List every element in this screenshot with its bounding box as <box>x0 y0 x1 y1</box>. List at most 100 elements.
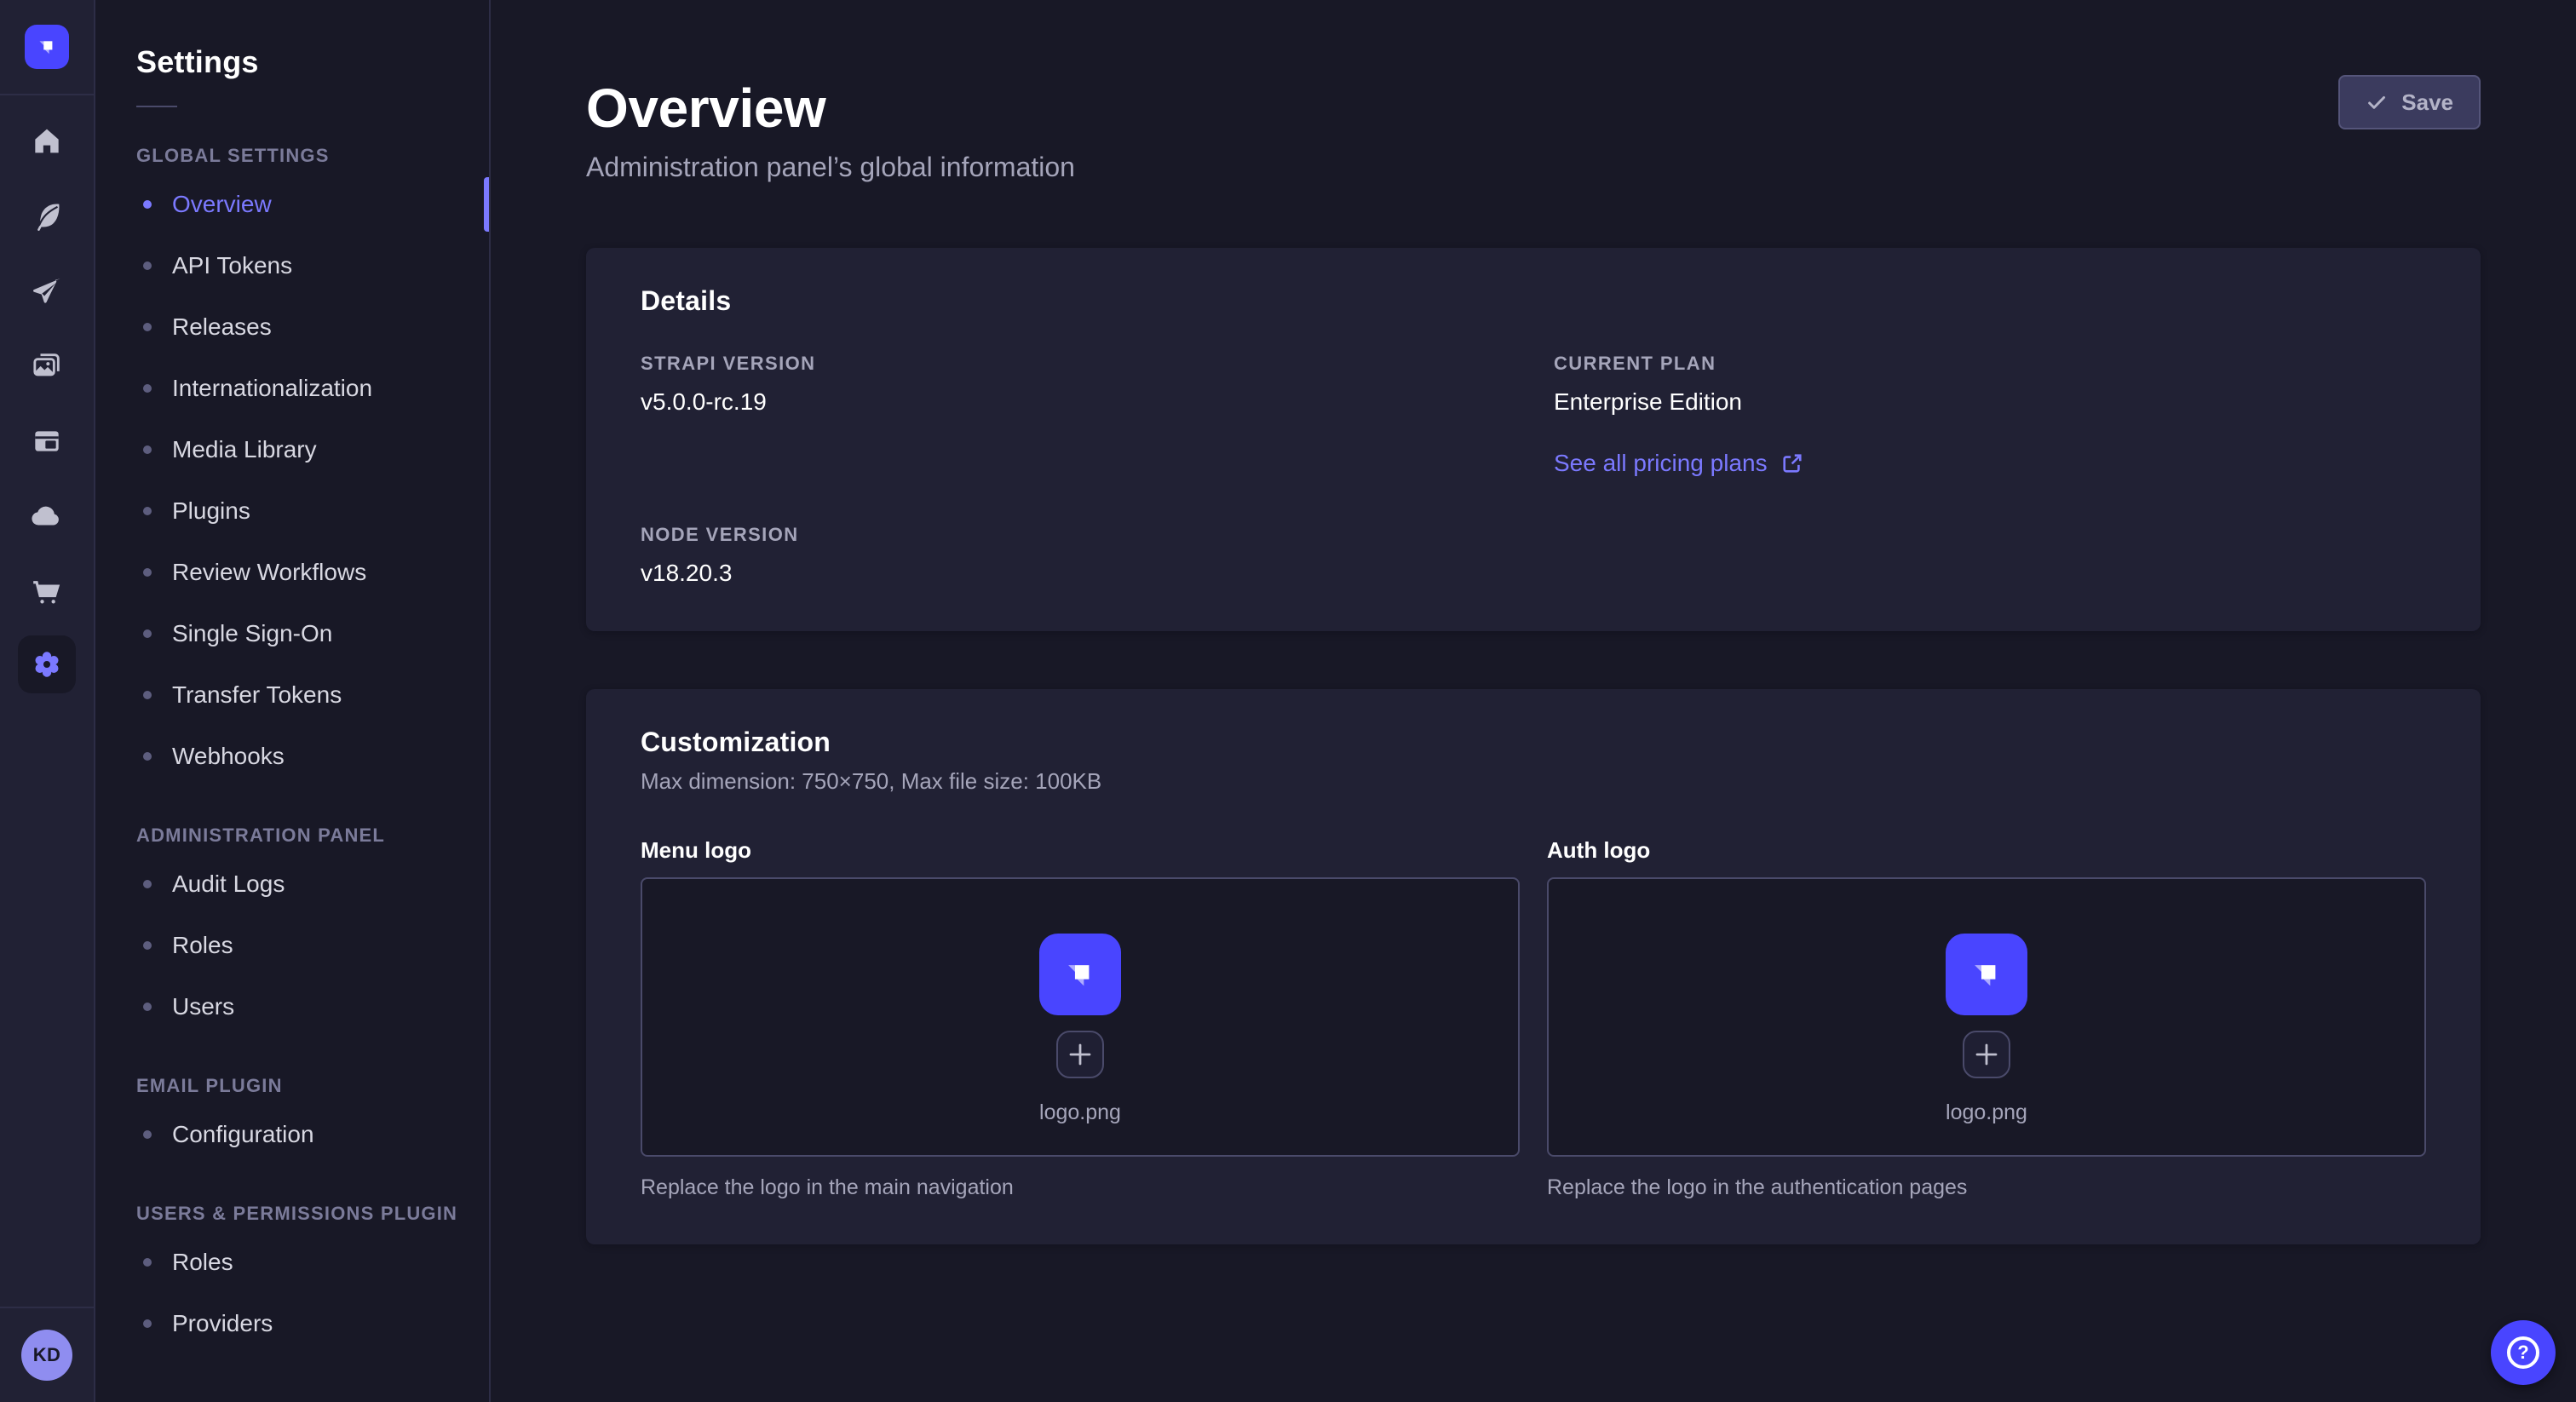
strapi-version-field: STRAPI VERSION v5.0.0-rc.19 <box>641 353 1513 478</box>
sidebar-item-label: Overview <box>172 191 272 218</box>
content-type-builder-icon[interactable] <box>16 186 78 247</box>
details-card-title: Details <box>641 285 2426 317</box>
page-title: Overview <box>586 77 2481 140</box>
bullet-icon <box>143 261 152 270</box>
sidebar-item-review-workflows[interactable]: Review Workflows <box>95 542 489 603</box>
auth-logo-hint: Replace the logo in the authentication p… <box>1547 1175 2426 1200</box>
rail-icon-nav <box>0 95 94 693</box>
section-label-email-plugin: EMAIL PLUGIN <box>136 1075 489 1097</box>
auth-logo-dropzone[interactable]: logo.png <box>1547 877 2426 1157</box>
plus-icon <box>1975 1043 1998 1066</box>
bullet-icon <box>143 880 152 888</box>
sidebar-item-label: Internationalization <box>172 375 372 402</box>
bullet-icon <box>143 1003 152 1011</box>
sidebar-item-webhooks[interactable]: Webhooks <box>95 726 489 787</box>
sidebar-item-label: Users <box>172 993 234 1020</box>
customization-card: Customization Max dimension: 750×750, Ma… <box>586 689 2481 1244</box>
media-library-icon[interactable] <box>16 336 78 397</box>
sidebar-item-label: Roles <box>172 1249 233 1276</box>
auth-logo-field: Auth logo <box>1547 837 2426 1200</box>
plus-icon <box>1068 1043 1092 1066</box>
node-version-field: NODE VERSION v18.20.3 <box>641 524 1513 587</box>
sidebar-item-admin-roles[interactable]: Roles <box>95 915 489 976</box>
current-plan-field: CURRENT PLAN Enterprise Edition See all … <box>1554 353 2426 478</box>
users-permissions-list: Roles Providers <box>95 1232 489 1354</box>
sidebar-item-label: Media Library <box>172 436 317 463</box>
details-card: Details STRAPI VERSION v5.0.0-rc.19 CURR… <box>586 248 2481 631</box>
auth-logo-preview <box>1946 934 2027 1015</box>
auth-logo-label: Auth logo <box>1547 837 2426 864</box>
section-label-users-permissions-plugin: USERS & PERMISSIONS PLUGIN <box>136 1203 489 1225</box>
node-version-label: NODE VERSION <box>641 524 1513 546</box>
check-icon <box>2366 91 2388 113</box>
email-plugin-list: Configuration <box>95 1104 489 1165</box>
bullet-icon <box>143 691 152 699</box>
sidebar-item-label: Review Workflows <box>172 559 366 586</box>
bullet-icon <box>143 1319 152 1328</box>
bullet-icon <box>143 1258 152 1267</box>
sidebar-item-plugins[interactable]: Plugins <box>95 480 489 542</box>
sidebar-item-audit-logs[interactable]: Audit Logs <box>95 853 489 915</box>
sidebar-item-label: Transfer Tokens <box>172 681 342 709</box>
sidebar-item-label: Audit Logs <box>172 871 285 898</box>
node-version-value: v18.20.3 <box>641 560 1513 587</box>
menu-logo-label: Menu logo <box>641 837 1520 864</box>
sidebar-item-api-tokens[interactable]: API Tokens <box>95 235 489 296</box>
strapi-logo-icon <box>1964 952 2009 997</box>
sidebar-item-label: Webhooks <box>172 743 285 770</box>
viewport: KD Settings GLOBAL SETTINGS Overview API… <box>0 0 2576 1402</box>
current-plan-label: CURRENT PLAN <box>1554 353 2426 375</box>
pricing-plans-link[interactable]: See all pricing plans <box>1554 450 1803 477</box>
strapi-admin-app: KD Settings GLOBAL SETTINGS Overview API… <box>0 0 2576 1402</box>
auth-logo-add-button[interactable] <box>1963 1031 2010 1078</box>
bullet-icon <box>143 752 152 761</box>
subnav-title: Settings <box>95 44 489 80</box>
menu-logo-add-button[interactable] <box>1056 1031 1104 1078</box>
menu-logo-preview <box>1039 934 1121 1015</box>
sidebar-item-overview[interactable]: Overview <box>95 174 489 235</box>
external-link-icon <box>1781 452 1803 474</box>
sidebar-item-single-sign-on[interactable]: Single Sign-On <box>95 603 489 664</box>
help-button[interactable]: ? <box>2491 1320 2556 1385</box>
bullet-icon <box>143 200 152 209</box>
content-manager-icon[interactable] <box>16 411 78 472</box>
sidebar-item-up-roles[interactable]: Roles <box>95 1232 489 1293</box>
auth-logo-filename: logo.png <box>1946 1100 2027 1125</box>
menu-logo-hint: Replace the logo in the main navigation <box>641 1175 1520 1200</box>
subnav-divider <box>136 106 177 107</box>
releases-send-icon[interactable] <box>16 261 78 322</box>
save-button[interactable]: Save <box>2338 75 2481 129</box>
sidebar-item-internationalization[interactable]: Internationalization <box>95 358 489 419</box>
save-button-label: Save <box>2401 89 2453 116</box>
main-content: Overview Administration panel’s global i… <box>491 0 2576 1402</box>
user-avatar[interactable]: KD <box>21 1330 72 1381</box>
logo-upload-grid: Menu logo <box>641 837 2426 1200</box>
home-icon[interactable] <box>16 111 78 172</box>
settings-gear-icon[interactable] <box>18 635 76 693</box>
bullet-icon <box>143 384 152 393</box>
pricing-plans-link-label: See all pricing plans <box>1554 450 1768 477</box>
main-nav-rail: KD <box>0 0 95 1402</box>
page-subtitle: Administration panel’s global informatio… <box>586 152 2481 183</box>
sidebar-item-releases[interactable]: Releases <box>95 296 489 358</box>
bullet-icon <box>143 941 152 950</box>
marketplace-cart-icon[interactable] <box>16 560 78 622</box>
sidebar-item-media-library[interactable]: Media Library <box>95 419 489 480</box>
question-mark-icon: ? <box>2507 1336 2539 1369</box>
sidebar-item-up-providers[interactable]: Providers <box>95 1293 489 1354</box>
sidebar-item-transfer-tokens[interactable]: Transfer Tokens <box>95 664 489 726</box>
bullet-icon <box>143 629 152 638</box>
sidebar-item-admin-users[interactable]: Users <box>95 976 489 1037</box>
section-label-administration-panel: ADMINISTRATION PANEL <box>136 825 489 847</box>
settings-subnav: Settings GLOBAL SETTINGS Overview API To… <box>95 0 491 1402</box>
current-plan-value: Enterprise Edition <box>1554 388 2426 416</box>
menu-logo-dropzone[interactable]: logo.png <box>641 877 1520 1157</box>
bullet-icon <box>143 323 152 331</box>
deploy-cloud-icon[interactable] <box>16 486 78 547</box>
strapi-logo[interactable] <box>25 25 69 69</box>
sidebar-item-email-configuration[interactable]: Configuration <box>95 1104 489 1165</box>
workspace-logo-wrap <box>0 0 94 95</box>
bullet-icon <box>143 507 152 515</box>
rail-user-area: KD <box>0 1307 94 1402</box>
sidebar-item-label: Roles <box>172 932 233 959</box>
